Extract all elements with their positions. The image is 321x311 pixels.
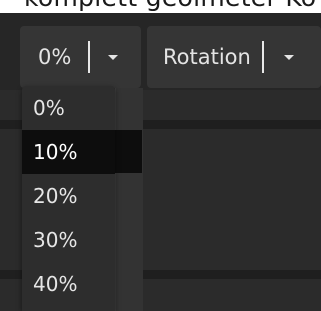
dropdown-option-label: 20%	[33, 184, 78, 208]
percent-dropdown-list: 0% 10% 20% 30% 40%	[22, 86, 115, 311]
rotation-select[interactable]: Rotation	[147, 26, 321, 88]
dropdown-option-label: 0%	[33, 96, 65, 120]
dropdown-option-30[interactable]: 30%	[22, 218, 115, 262]
dropdown-option-20[interactable]: 20%	[22, 174, 115, 218]
dropdown-option-label: 40%	[33, 272, 78, 296]
percent-select-divider	[88, 41, 90, 73]
rotation-select-value: Rotation	[163, 45, 251, 69]
selected-option-highlight	[115, 130, 142, 173]
dropdown-option-label: 10%	[33, 140, 78, 164]
dropdown-option-40[interactable]: 40%	[22, 262, 115, 306]
header-strip: komplett geölmeter Ko	[0, 0, 321, 13]
header-cut-off-text: komplett geölmeter Ko	[24, 0, 316, 13]
app-viewport: komplett geölmeter Ko 0% Rotation 0% 10%…	[0, 0, 321, 311]
chevron-down-icon[interactable]	[284, 55, 294, 60]
dropdown-option-label: 30%	[33, 228, 78, 252]
chevron-down-icon[interactable]	[108, 55, 118, 60]
dropdown-scroll-track[interactable]	[115, 88, 143, 311]
rotation-select-divider	[262, 41, 264, 73]
percent-select[interactable]: 0%	[20, 26, 141, 88]
dropdown-option-0[interactable]: 0%	[22, 86, 115, 130]
dropdown-option-10[interactable]: 10%	[22, 130, 115, 174]
percent-select-value: 0%	[38, 45, 72, 69]
